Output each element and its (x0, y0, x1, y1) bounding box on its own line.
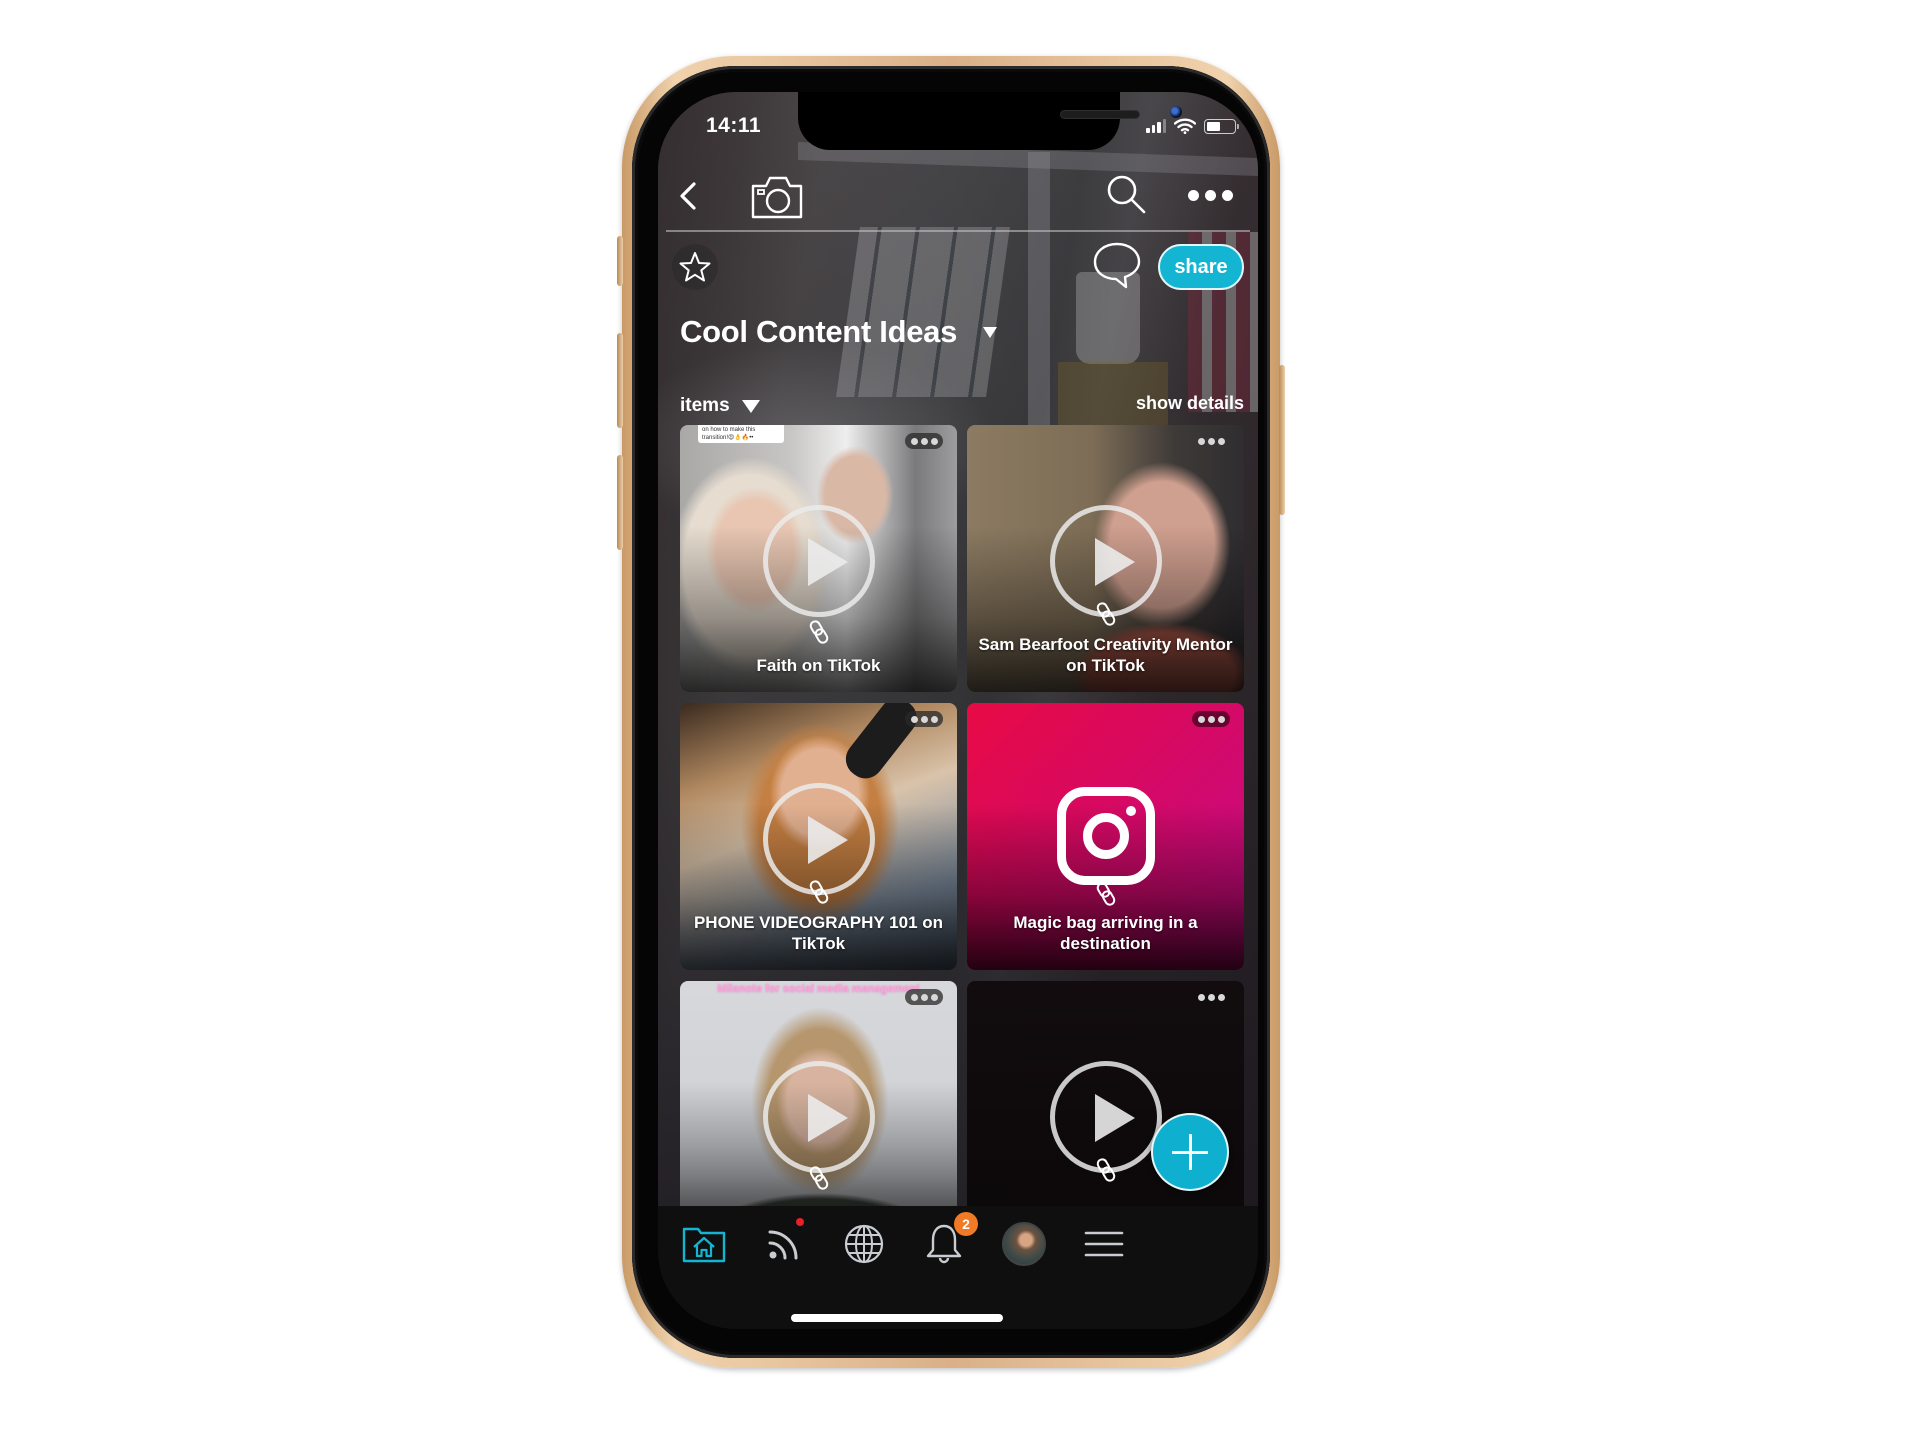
chevron-left-icon (680, 182, 696, 210)
item-card[interactable]: Sam Bearfoot Creativity Mentor on TikTok (967, 425, 1244, 692)
card-more-button[interactable] (1192, 711, 1230, 727)
play-icon (762, 782, 875, 895)
show-details-link[interactable]: show details (1136, 393, 1244, 414)
more-horizontal-icon (1187, 189, 1199, 201)
notification-badge: 2 (954, 1212, 978, 1236)
link-icon (1096, 602, 1115, 626)
items-filter-label: items (680, 395, 730, 416)
caret-down-icon (983, 326, 998, 338)
link-icon (809, 1166, 828, 1190)
board-title-dropdown[interactable]: Cool Content Ideas (680, 314, 998, 350)
comment-button[interactable] (1090, 240, 1144, 292)
hamburger-menu-icon (1084, 1231, 1124, 1257)
card-title: Magic bag arriving in a destination (1013, 913, 1198, 953)
status-time: 14:11 (706, 114, 762, 137)
instagram-icon (1056, 787, 1155, 885)
star-icon (679, 252, 711, 282)
card-title: PHONE VIDEOGRAPHY 101 on TikTok (693, 913, 944, 953)
card-more-button[interactable] (905, 989, 943, 1005)
items-filter-dropdown[interactable]: items (680, 395, 760, 417)
earpiece-speaker (1060, 110, 1140, 119)
favorite-button[interactable] (672, 244, 718, 290)
cellular-signal-icon (1146, 119, 1166, 133)
card-overlay-caption: on how to make this transition!😍👌🔥•• (698, 425, 784, 443)
notch (798, 92, 1182, 150)
card-more-button[interactable] (1192, 989, 1230, 1005)
link-icon (809, 880, 828, 904)
back-button[interactable] (672, 176, 708, 216)
link-icon (809, 620, 828, 644)
folder-home-icon (682, 1227, 726, 1263)
status-icons (1146, 118, 1239, 134)
caret-down-icon (741, 399, 760, 413)
card-more-button[interactable] (1192, 433, 1230, 449)
tab-home[interactable] (678, 1218, 730, 1270)
camera-button[interactable] (750, 174, 804, 220)
camera-icon (751, 176, 803, 219)
tab-profile[interactable] (998, 1218, 1050, 1270)
play-icon (762, 504, 875, 617)
volume-up-button (617, 333, 623, 428)
search-icon (1107, 175, 1146, 214)
bottom-tab-bar: 2 (658, 1206, 1258, 1329)
home-indicator[interactable] (791, 1314, 1003, 1322)
wifi-icon (1174, 118, 1196, 134)
globe-icon (844, 1224, 884, 1264)
top-nav (658, 164, 1258, 230)
power-button (1279, 365, 1285, 515)
item-card[interactable]: on how to make this transition!😍👌🔥•• Fai… (680, 425, 957, 692)
board-title: Cool Content Ideas (680, 314, 958, 349)
share-button[interactable]: share (1158, 244, 1244, 290)
mute-switch (617, 236, 623, 286)
link-icon (1096, 882, 1115, 906)
tab-feed[interactable] (758, 1218, 810, 1270)
front-camera (1170, 106, 1182, 118)
comment-bubble-icon (1093, 242, 1141, 289)
tab-menu[interactable] (1078, 1218, 1130, 1270)
nav-divider (666, 230, 1250, 232)
card-title: Faith on TikTok (756, 656, 881, 675)
rss-feed-icon (768, 1230, 798, 1260)
phone-screen: 14:11 share Cool Content Ideas items sho… (658, 92, 1258, 1329)
play-icon (1049, 504, 1162, 617)
battery-icon (1204, 118, 1239, 134)
card-more-button[interactable] (905, 433, 943, 449)
new-activity-dot (796, 1218, 804, 1226)
tab-explore[interactable] (838, 1218, 890, 1270)
item-card[interactable]: PHONE VIDEOGRAPHY 101 on TikTok (680, 703, 957, 970)
avatar (1002, 1222, 1046, 1266)
link-icon (1096, 1158, 1115, 1182)
card-title: Sam Bearfoot Creativity Mentor on TikTok (978, 635, 1233, 675)
volume-down-button (617, 455, 623, 550)
search-button[interactable] (1104, 172, 1150, 218)
card-more-button[interactable] (905, 711, 943, 727)
tab-notifications[interactable]: 2 (918, 1212, 978, 1270)
more-options-button[interactable] (1182, 180, 1238, 210)
play-icon (1049, 1060, 1162, 1173)
add-item-button[interactable] (1151, 1113, 1229, 1191)
play-icon (762, 1060, 875, 1173)
item-card[interactable]: Magic bag arriving in a destination (967, 703, 1244, 970)
